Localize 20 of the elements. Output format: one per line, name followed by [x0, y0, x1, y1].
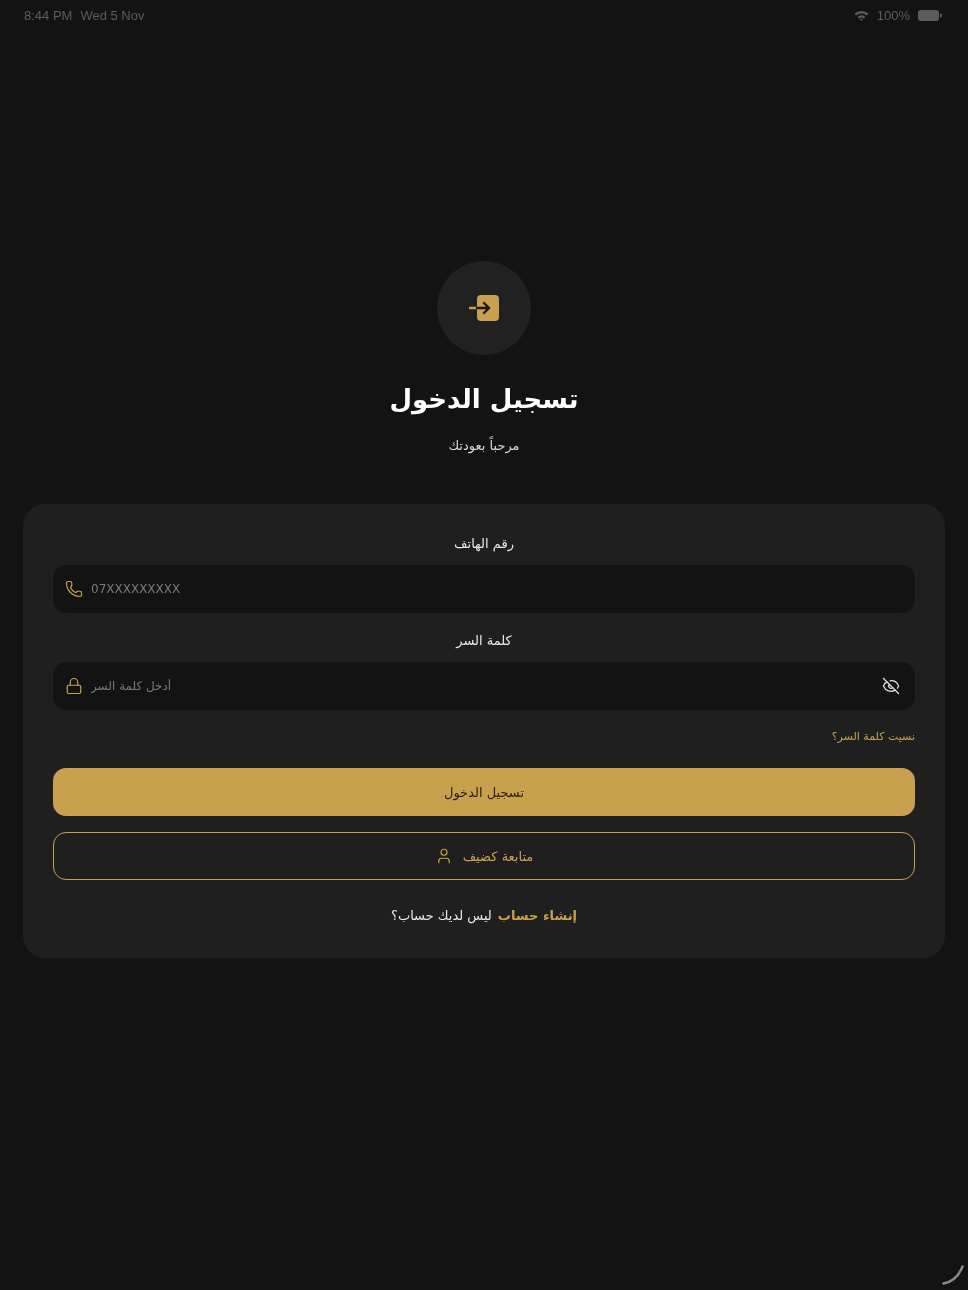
field-label: كلمة السر	[456, 632, 512, 650]
lock-icon	[65, 677, 83, 695]
welcome-subtitle: مرحباً بعودتك	[448, 437, 520, 455]
page-title: تسجيل الدخول	[389, 383, 579, 416]
login-icon	[469, 295, 499, 321]
eye-off-icon[interactable]	[882, 677, 900, 695]
phone-icon	[65, 580, 83, 598]
create-account-link[interactable]: إنشاء حساب	[497, 906, 577, 926]
corner-arc-icon	[942, 1265, 964, 1285]
phone-field[interactable]: 07XXXXXXXXX	[53, 565, 915, 613]
wifi-icon	[853, 9, 869, 21]
status-time: 8:44 PM	[24, 7, 73, 23]
battery-percentage: 100%	[876, 7, 910, 23]
signup-prompt: ليس لديك حساب؟	[391, 907, 492, 926]
forgot-password-link[interactable]: نسيت كلمة السر؟	[831, 728, 915, 746]
status-date: Wed 5 Nov	[80, 7, 145, 23]
login-button[interactable]: تسجيل الدخول	[53, 768, 915, 816]
field-label: رقم الهاتف	[454, 535, 514, 554]
guest-button[interactable]: متابعة كضيف	[53, 832, 915, 880]
battery-icon	[918, 9, 942, 21]
